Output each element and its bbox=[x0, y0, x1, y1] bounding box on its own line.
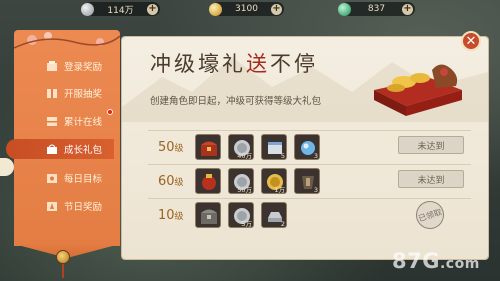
level-label: 10级 bbox=[158, 208, 184, 223]
banner-tassel bbox=[62, 264, 64, 278]
sidebar-item-festival-reward[interactable]: 节日奖励 bbox=[12, 196, 108, 216]
sidebar-item-label: 成长礼包 bbox=[64, 145, 103, 156]
red-pouch-icon bbox=[202, 174, 216, 190]
close-button[interactable]: ✕ bbox=[461, 31, 481, 51]
reward-item-slot[interactable]: 3 bbox=[294, 168, 320, 194]
reward-item-slot[interactable]: 5 bbox=[261, 134, 287, 160]
level-number: 50 bbox=[158, 140, 175, 155]
sidebar-item-label: 节日奖励 bbox=[64, 202, 103, 213]
gold-ingot-icon bbox=[209, 2, 222, 16]
reward-item-slot[interactable]: 1万 bbox=[261, 168, 287, 194]
reward-item-slot[interactable]: 50万 bbox=[228, 168, 254, 194]
gold-currency: 3100 + bbox=[209, 2, 284, 16]
sidebar-item-label: 每日目标 bbox=[64, 174, 103, 185]
sidebar-item-online-time[interactable]: 累计在线 bbox=[12, 111, 108, 131]
level-unit: 级 bbox=[174, 144, 184, 154]
item-quantity: 50万 bbox=[237, 186, 252, 194]
level-unit: 级 bbox=[174, 178, 184, 188]
gift-box-illustration bbox=[374, 64, 462, 116]
festival-reward-icon bbox=[47, 201, 57, 211]
sidebar-item-login-reward[interactable]: 登录奖励 bbox=[12, 56, 108, 76]
jade-currency: 837 + bbox=[338, 2, 415, 16]
sidebar-item-label: 累计在线 bbox=[64, 117, 103, 128]
add-gold-button[interactable]: + bbox=[271, 3, 282, 15]
sidebar-item-label: 登录奖励 bbox=[64, 62, 103, 73]
level-number: 60 bbox=[158, 174, 175, 189]
item-quantity: 5万 bbox=[241, 220, 252, 228]
reward-item-slot[interactable]: 3 bbox=[294, 134, 320, 160]
title-text-end: 不停 bbox=[270, 52, 318, 76]
sidebar-item-growth-pack[interactable]: 成长礼包 bbox=[6, 139, 114, 159]
notification-badge bbox=[107, 109, 113, 115]
silver-coin-icon bbox=[81, 2, 94, 16]
level-unit: 级 bbox=[174, 212, 184, 222]
currency-bar: 114万 + 3100 + 837 + bbox=[0, 0, 500, 20]
banner-ornament-icon bbox=[56, 250, 70, 264]
sidebar-item-server-lottery[interactable]: 开服抽奖 bbox=[12, 83, 108, 103]
treasure-chest-icon bbox=[201, 141, 217, 156]
level-reward-row: 50级 40万 5 3 未达到 bbox=[148, 130, 471, 163]
item-quantity: 40万 bbox=[237, 152, 252, 160]
watermark-main: 87G bbox=[392, 249, 440, 273]
site-watermark: 87G.com bbox=[392, 249, 480, 273]
add-jade-button[interactable]: + bbox=[402, 3, 413, 15]
jade-orb-icon bbox=[338, 2, 351, 16]
page-title: 冲级壕礼送不停 bbox=[150, 48, 318, 78]
jade-amount: 837 bbox=[367, 4, 386, 14]
reward-item-slot[interactable] bbox=[195, 168, 221, 194]
level-label: 50级 bbox=[158, 140, 184, 155]
reward-item-slot[interactable] bbox=[195, 134, 221, 160]
server-lottery-icon bbox=[47, 88, 57, 98]
sidebar-item-daily-goal[interactable]: 每日目标 bbox=[12, 168, 108, 188]
sidebar-item-label: 开服抽奖 bbox=[64, 89, 103, 100]
claimed-stamp: 已领取 bbox=[412, 197, 448, 233]
daily-goal-icon bbox=[47, 173, 57, 183]
level-reward-row: 10级 5万 2 已领取 bbox=[148, 197, 471, 233]
online-time-icon bbox=[47, 116, 57, 126]
item-quantity: 3 bbox=[313, 152, 318, 160]
item-quantity: 2 bbox=[280, 220, 285, 228]
title-text: 冲级壕礼 bbox=[150, 52, 246, 76]
item-quantity: 5 bbox=[280, 152, 285, 160]
page-subtitle: 创建角色即日起，冲级可获得等级大礼包 bbox=[150, 96, 322, 107]
item-quantity: 3 bbox=[313, 186, 318, 194]
silver-currency: 114万 + bbox=[81, 2, 160, 16]
reward-item-slot[interactable] bbox=[195, 202, 221, 228]
reward-item-slot[interactable]: 2 bbox=[261, 202, 287, 228]
silver-amount: 114万 bbox=[107, 5, 134, 16]
level-reward-row: 60级 50万 1万 3 未达到 bbox=[148, 164, 471, 197]
reward-item-slot[interactable]: 5万 bbox=[228, 202, 254, 228]
add-silver-button[interactable]: + bbox=[147, 3, 158, 15]
level-number: 10 bbox=[158, 208, 175, 223]
level-label: 60级 bbox=[158, 174, 184, 189]
claim-button-disabled[interactable]: 未达到 bbox=[398, 170, 464, 188]
gold-amount: 3100 bbox=[235, 4, 258, 14]
reward-item-slot[interactable]: 40万 bbox=[228, 134, 254, 160]
claim-button-disabled[interactable]: 未达到 bbox=[398, 136, 464, 154]
login-reward-icon bbox=[47, 60, 57, 71]
title-highlight: 送 bbox=[246, 52, 270, 76]
item-quantity: 1万 bbox=[274, 186, 285, 194]
watermark-domain: .com bbox=[439, 256, 480, 272]
growth-pack-icon bbox=[47, 144, 57, 154]
iron-chest-icon bbox=[201, 209, 217, 224]
